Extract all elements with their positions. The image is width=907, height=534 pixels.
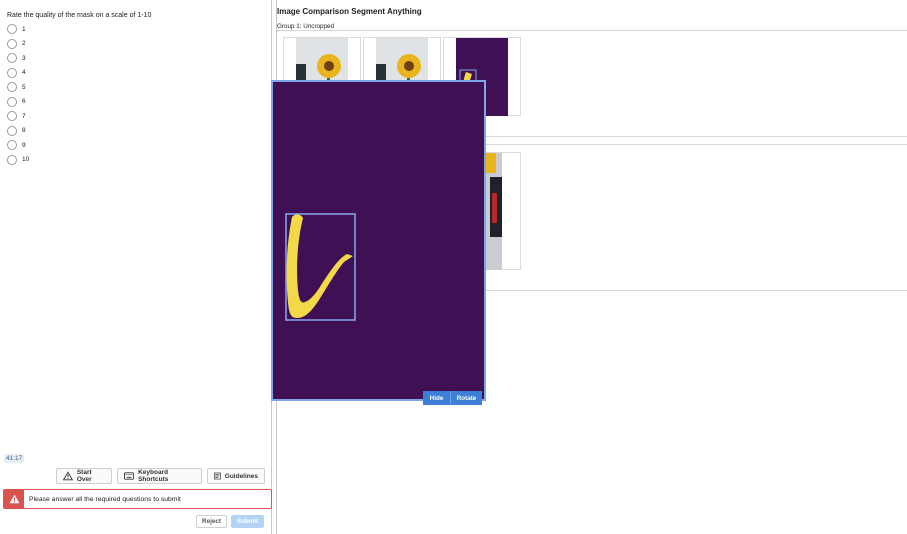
keyboard-shortcuts-button[interactable]: Keyboard Shortcuts [117, 468, 202, 484]
radio-button[interactable] [7, 82, 17, 93]
question-prompt: Rate the quality of the mask on a scale … [7, 12, 152, 19]
rating-option-2[interactable]: 2 [7, 37, 29, 52]
guidelines-button[interactable]: Guidelines [207, 468, 265, 484]
rating-options: 1 2 3 4 5 6 7 8 9 10 [7, 22, 29, 167]
rating-option-label: 6 [22, 98, 26, 106]
rating-option-label: 8 [22, 127, 26, 135]
rating-option-8[interactable]: 8 [7, 124, 29, 139]
rating-option-9[interactable]: 9 [7, 138, 29, 153]
rating-option-label: 7 [22, 112, 26, 120]
keyboard-icon [124, 472, 135, 480]
rating-option-label: 2 [22, 40, 26, 48]
rotate-button[interactable]: Rotate [450, 391, 482, 405]
rating-option-5[interactable]: 5 [7, 80, 29, 95]
radio-button[interactable] [7, 125, 17, 136]
start-over-label: Start Over [76, 469, 92, 483]
warning-triangle-icon [63, 471, 73, 481]
radio-button[interactable] [7, 24, 17, 35]
document-icon [214, 472, 221, 480]
warning-triangle-icon [4, 490, 24, 508]
rating-option-10[interactable]: 10 [7, 153, 29, 168]
rating-option-label: 9 [22, 141, 26, 149]
rating-option-4[interactable]: 4 [7, 66, 29, 81]
radio-button[interactable] [7, 53, 17, 64]
rating-option-label: 5 [22, 83, 26, 91]
divider [277, 30, 907, 31]
radio-button[interactable] [7, 38, 17, 49]
rating-option-label: 1 [22, 25, 26, 33]
start-over-button[interactable]: Start Over [56, 468, 112, 484]
error-message: Please answer all the required questions… [29, 495, 181, 503]
rating-option-1[interactable]: 1 [7, 22, 29, 37]
submit-button[interactable]: Submit [231, 515, 264, 528]
timer: 41:17 [4, 454, 25, 463]
rating-option-label: 10 [22, 156, 30, 164]
rating-option-label: 4 [22, 69, 26, 77]
group-label: Group 1: Uncropped [277, 23, 335, 30]
mask-image [273, 82, 484, 399]
mask-preview-overlay[interactable] [271, 80, 486, 401]
radio-button[interactable] [7, 154, 17, 165]
error-banner: Please answer all the required questions… [3, 489, 272, 509]
radio-button[interactable] [7, 67, 17, 78]
hide-button[interactable]: Hide [423, 391, 450, 405]
radio-button[interactable] [7, 96, 17, 107]
radio-button[interactable] [7, 111, 17, 122]
keyboard-shortcuts-label: Keyboard Shortcuts [138, 469, 169, 483]
rating-option-label: 3 [22, 54, 26, 62]
radio-button[interactable] [7, 140, 17, 151]
reject-button[interactable]: Reject [196, 515, 227, 528]
sunflower-photo [486, 153, 502, 270]
guidelines-label: Guidelines [224, 472, 258, 480]
rating-option-7[interactable]: 7 [7, 109, 29, 124]
rating-option-3[interactable]: 3 [7, 51, 29, 66]
viewer-title: Image Comparison Segment Anything [277, 7, 422, 16]
rating-option-6[interactable]: 6 [7, 95, 29, 110]
question-panel: Rate the quality of the mask on a scale … [0, 0, 272, 534]
